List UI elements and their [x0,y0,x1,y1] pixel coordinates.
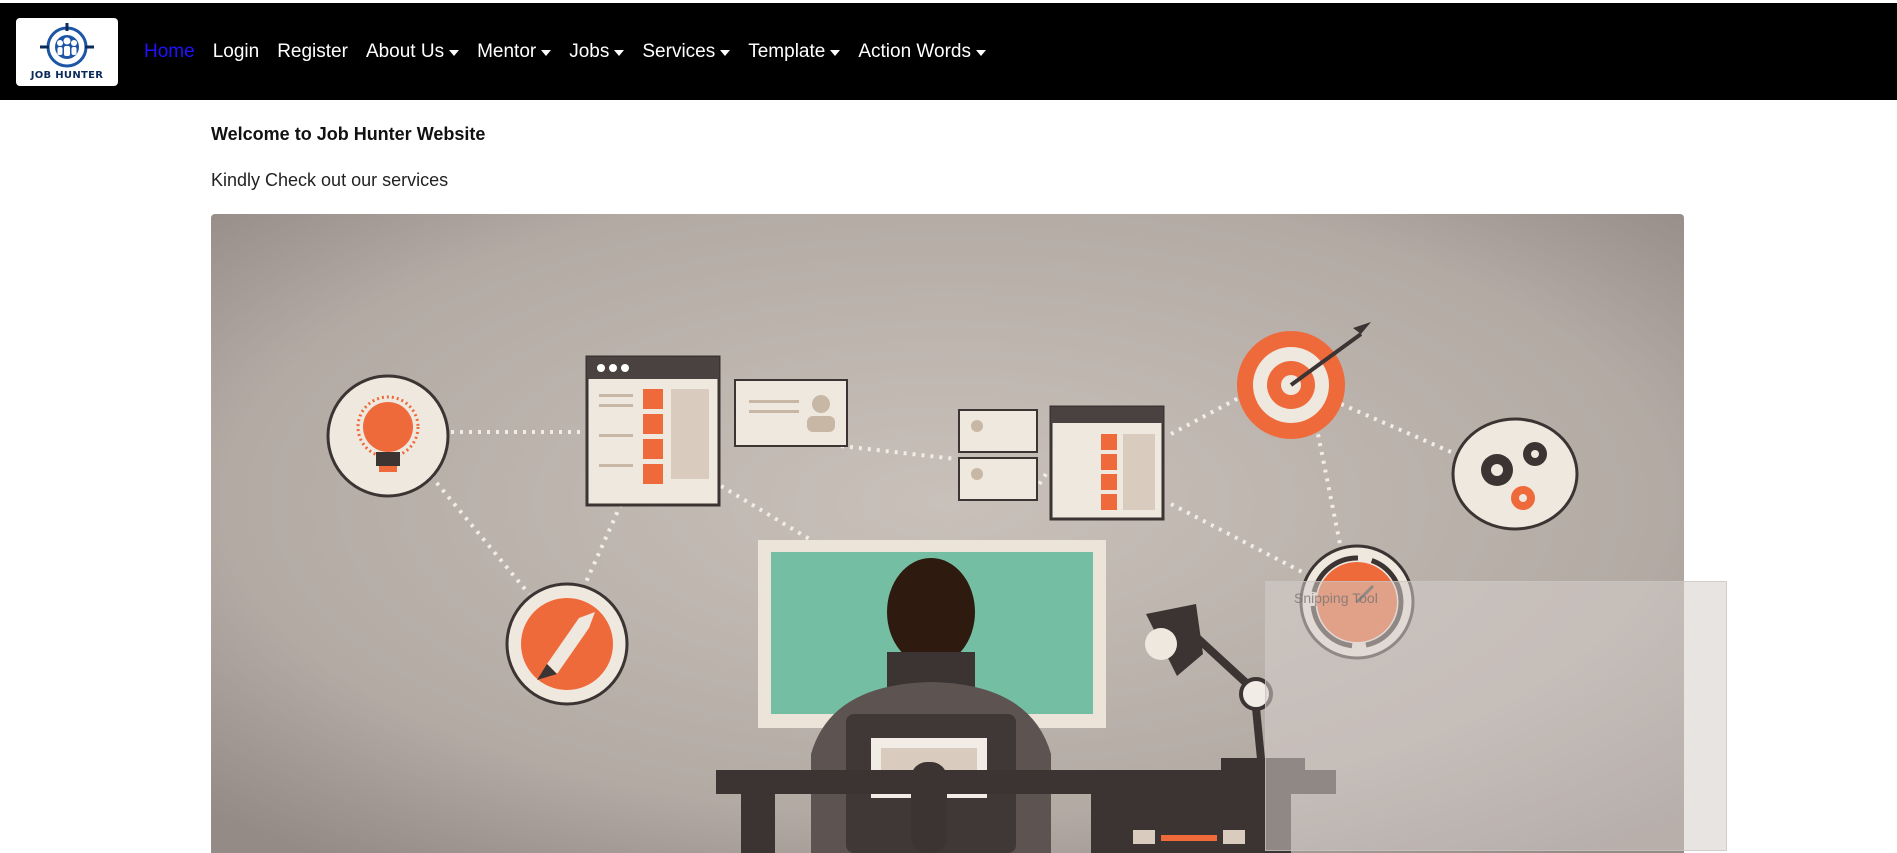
nav-links: Home Login Register About Us Mentor Jobs… [144,3,1004,100]
snipping-tool-label: Snipping Tool [1294,590,1378,606]
caret-down-icon [720,49,731,56]
caret-down-icon [830,49,841,56]
nav-template-label: Template [748,40,826,62]
browser-window-icon [585,355,721,507]
nav-home[interactable]: Home [144,41,195,63]
profile-card-icon [734,379,848,447]
nav-home-label: Home [144,40,195,62]
nav-services-dropdown[interactable]: Services [642,40,731,63]
caret-down-icon [541,49,552,56]
snipping-tool-overlay[interactable]: Snipping Tool [1265,581,1727,851]
nav-about-us-dropdown[interactable]: About Us [365,40,460,63]
gears-icon [1451,417,1579,531]
caret-down-icon [449,49,460,56]
nav-login[interactable]: Login [213,41,260,63]
nav-register[interactable]: Register [277,41,348,63]
lightbulb-icon [326,374,450,498]
nav-action-words-dropdown[interactable]: Action Words [858,41,986,63]
nav-action-words-label: Action Words [858,40,971,62]
brand-text: JOB HUNTER [30,70,104,81]
navbar: JOB HUNTER Home Login Register About Us … [0,3,1897,100]
nav-register-label: Register [277,40,348,62]
caret-down-icon [614,49,625,56]
nav-mentor-dropdown[interactable]: Mentor [477,40,552,63]
brand-logo[interactable]: JOB HUNTER [16,18,118,86]
welcome-heading: Welcome to Job Hunter Website [211,124,486,144]
nav-jobs-dropdown[interactable]: Jobs [569,40,625,63]
services-subtitle: Kindly Check out our services [211,170,449,190]
nav-jobs-label: Jobs [569,40,610,62]
nav-about-us-label: About Us [365,40,445,62]
rocket-icon [505,582,629,706]
target-people-icon [40,23,94,68]
caret-down-icon [975,49,986,56]
nav-login-label: Login [212,40,260,62]
nav-template-dropdown[interactable]: Template [748,40,841,63]
nav-mentor-label: Mentor [477,40,537,62]
nav-services-label: Services [642,40,716,62]
